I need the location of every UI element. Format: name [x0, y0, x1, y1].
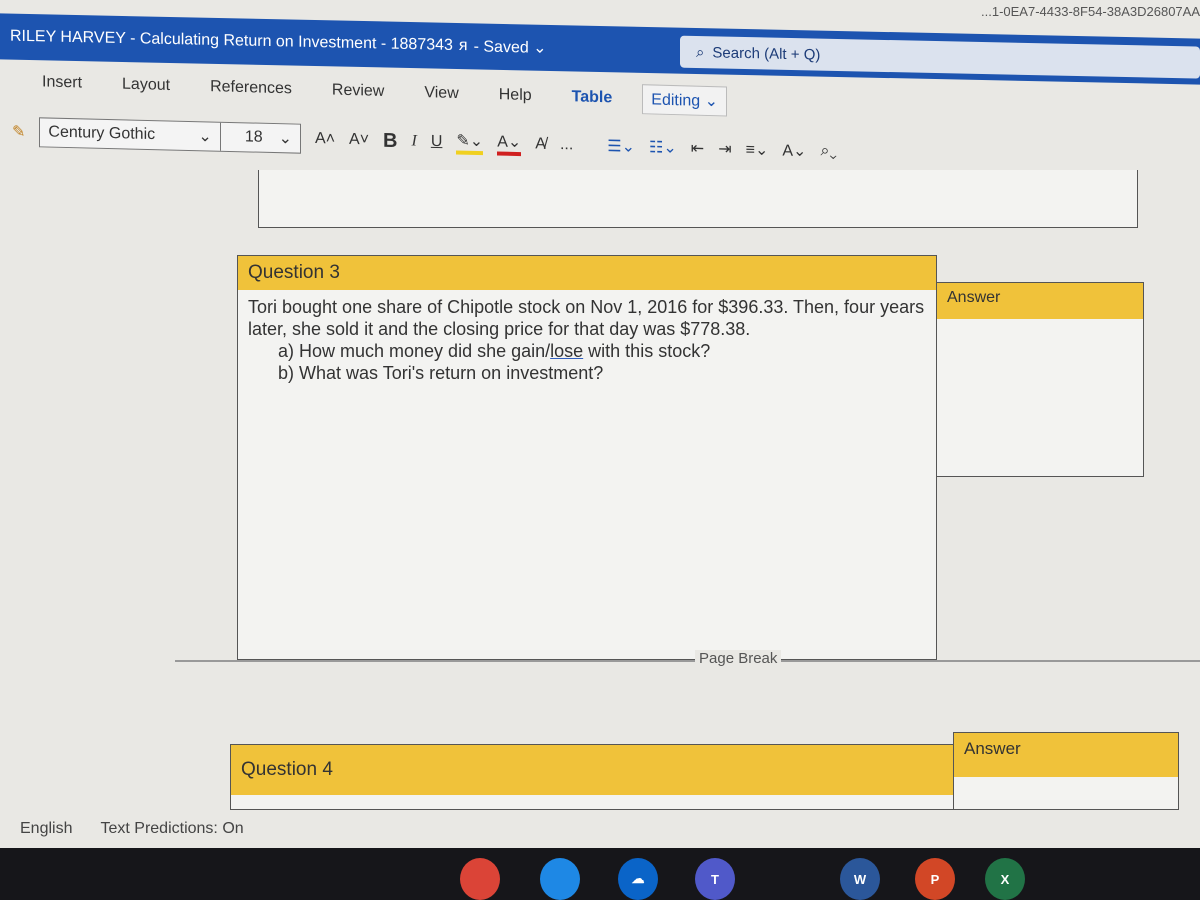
format-painter-icon[interactable]: ✎: [12, 122, 25, 142]
chrome-icon[interactable]: [460, 858, 500, 900]
clear-format-button[interactable]: A̸: [535, 135, 546, 153]
tab-references[interactable]: References: [190, 78, 312, 99]
tab-review[interactable]: Review: [312, 81, 404, 102]
outdent-button[interactable]: ⇤: [691, 138, 704, 158]
font-selector[interactable]: Century Gothic ⌄ 18 ⌄: [39, 117, 302, 154]
onedrive-icon[interactable]: ☁: [618, 858, 658, 900]
grow-font-button[interactable]: A˄: [315, 130, 335, 148]
font-color-button[interactable]: A⌄: [497, 131, 522, 157]
font-name[interactable]: Century Gothic: [40, 123, 190, 145]
question-3a: a) How much money did she gain/lose with…: [278, 340, 926, 362]
search-placeholder: Search (Alt + Q): [712, 43, 821, 64]
answer-3-cell[interactable]: Answer: [936, 282, 1144, 477]
teams-icon[interactable]: T: [695, 858, 735, 900]
font-size[interactable]: 18: [237, 128, 271, 147]
question-3-heading: Question 3: [238, 256, 936, 290]
search-icon: ⌕: [696, 43, 705, 61]
align-button[interactable]: ≡⌄: [746, 140, 769, 161]
question-3-cell[interactable]: Question 3 Tori bought one share of Chip…: [237, 255, 937, 660]
underline-button[interactable]: U: [431, 133, 443, 151]
spelling-flag[interactable]: lose: [550, 341, 583, 361]
document-canvas[interactable]: Question 3 Tori bought one share of Chip…: [0, 170, 1200, 810]
tab-insert[interactable]: Insert: [0, 72, 102, 93]
more-options-button[interactable]: ...: [560, 136, 573, 154]
tab-layout[interactable]: Layout: [102, 75, 190, 95]
people-icon: ᴙ: [458, 37, 468, 55]
indent-button[interactable]: ⇥: [718, 139, 731, 159]
answer-4-cell[interactable]: Answer: [953, 732, 1179, 810]
previous-table-cell[interactable]: [258, 170, 1138, 228]
question-3-text: Tori bought one share of Chipotle stock …: [248, 297, 925, 339]
question-3b: b) What was Tori's return on investment?: [278, 363, 604, 383]
tab-help[interactable]: Help: [479, 86, 552, 106]
tab-view[interactable]: View: [404, 84, 478, 104]
saved-status[interactable]: - Saved ⌄: [474, 36, 547, 58]
text-predictions-status[interactable]: Text Predictions: On: [100, 820, 243, 838]
bold-button[interactable]: B: [383, 129, 397, 152]
tab-table[interactable]: Table: [552, 88, 633, 108]
question-3a-end: with this stock?: [583, 341, 711, 361]
language-status[interactable]: English: [20, 820, 72, 838]
editing-mode-button[interactable]: Editing ⌄: [642, 84, 728, 117]
status-bar: English Text Predictions: On: [20, 820, 244, 838]
highlight-button[interactable]: ✎⌄: [456, 130, 484, 156]
page-break-label: Page Break: [695, 650, 782, 667]
word-icon[interactable]: W: [840, 858, 880, 900]
find-button[interactable]: ⌕⌄: [820, 142, 837, 160]
answer-3-label: Answer: [937, 283, 1143, 319]
search-box[interactable]: ⌕ Search (Alt + Q): [680, 35, 1200, 79]
files-icon[interactable]: [540, 858, 580, 900]
bullets-button[interactable]: ☰⌄: [607, 136, 635, 157]
styles-button[interactable]: A⌄: [782, 140, 806, 161]
question-3a-text: a) How much money did she gain/: [278, 341, 551, 361]
numbering-button[interactable]: ☷⌄: [649, 137, 677, 158]
taskbar: ☁ T W P X: [0, 848, 1200, 900]
url-fragment: ...1-0EA7-4433-8F54-38A3D26807AA: [981, 4, 1200, 19]
answer-4-label: Answer: [954, 733, 1178, 777]
excel-icon[interactable]: X: [985, 858, 1025, 900]
italic-button[interactable]: I: [412, 132, 417, 150]
question-3-body: Tori bought one share of Chipotle stock …: [238, 290, 936, 390]
powerpoint-icon[interactable]: P: [915, 858, 955, 900]
question-4-heading: Question 4: [231, 745, 953, 795]
question-4-cell[interactable]: Question 4: [230, 744, 954, 810]
document-title[interactable]: RILEY HARVEY - Calculating Return on Inv…: [10, 28, 453, 55]
shrink-font-button[interactable]: A˅: [349, 131, 369, 149]
page-break: Page Break: [175, 650, 1200, 667]
